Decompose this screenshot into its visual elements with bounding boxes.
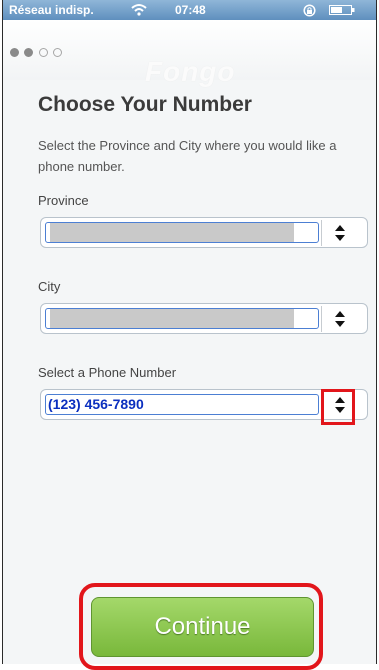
page-indicator <box>10 44 63 62</box>
carrier-label: Réseau indisp. <box>9 3 94 17</box>
province-value-redacted <box>50 223 294 242</box>
brand-logo: Fongo <box>145 56 236 87</box>
continue-button[interactable]: Continue <box>91 597 314 657</box>
city-value-redacted <box>50 309 294 328</box>
battery-icon <box>329 5 355 15</box>
lock-rotation-icon <box>303 4 316 17</box>
city-select[interactable] <box>40 303 368 334</box>
city-label: City <box>38 279 61 294</box>
page-title: Choose Your Number <box>38 93 252 116</box>
page-description: Select the Province and City where you w… <box>38 138 337 174</box>
updown-arrows-icon[interactable] <box>330 310 350 328</box>
phone-label: Select a Phone Number <box>38 365 177 380</box>
page-dot <box>53 48 63 57</box>
wifi-icon <box>131 4 147 16</box>
page-dot <box>24 48 34 57</box>
province-label: Province <box>38 193 89 208</box>
app-screen: Réseau indisp. 07:48 Fongo Choose Your N… <box>2 0 377 664</box>
phone-number-value: (123) 456-7890 <box>48 396 144 412</box>
phone-number-select[interactable]: (123) 456-7890 <box>40 389 368 420</box>
page-dot <box>38 48 48 57</box>
status-bar: Réseau indisp. 07:48 <box>3 0 376 20</box>
page-dot <box>10 48 19 57</box>
updown-arrows-icon[interactable] <box>330 224 350 242</box>
status-time: 07:48 <box>175 3 206 17</box>
province-select[interactable] <box>40 217 368 248</box>
select-divider <box>321 220 322 246</box>
phone-arrow-highlight <box>321 389 355 425</box>
select-divider <box>321 306 322 332</box>
